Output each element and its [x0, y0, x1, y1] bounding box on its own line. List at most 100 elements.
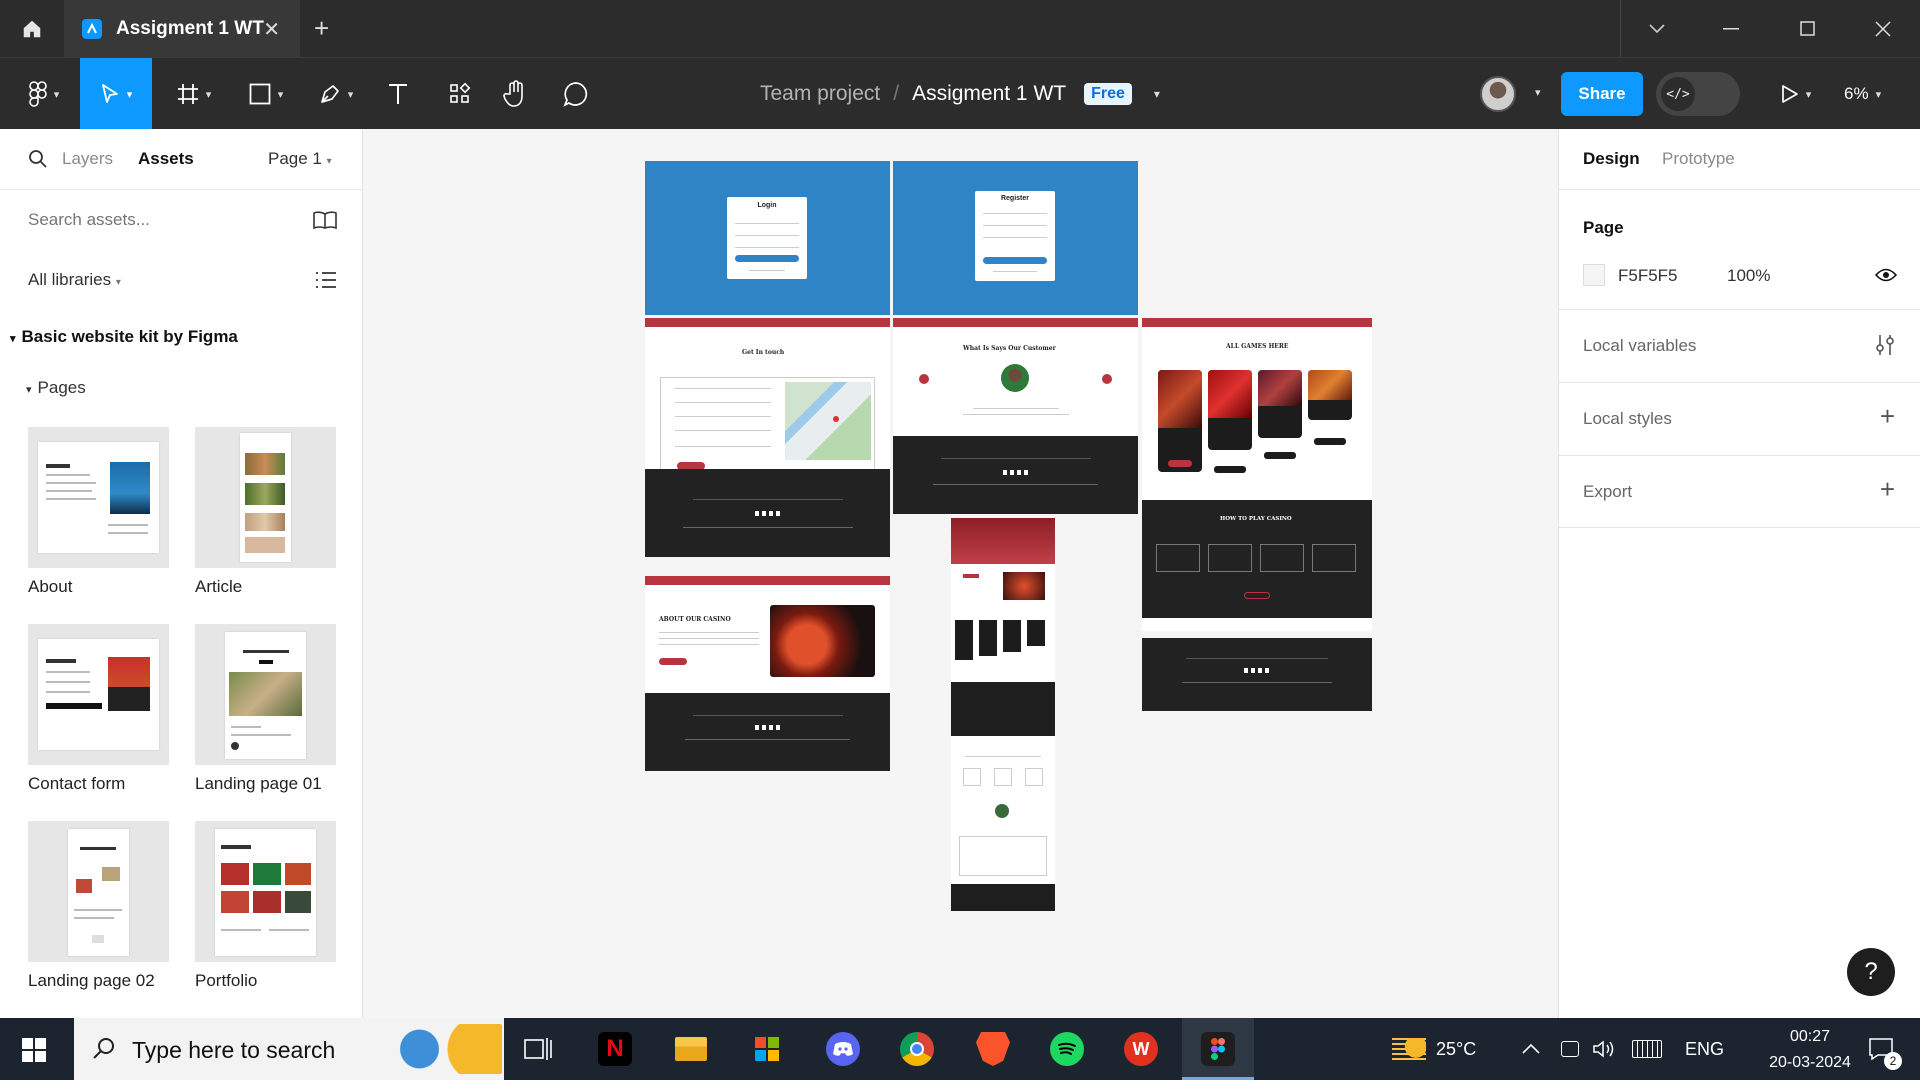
main-menu-button[interactable]: ▾ — [14, 58, 74, 130]
eye-icon[interactable] — [1875, 268, 1897, 282]
zoom-menu[interactable]: 6% ▾ — [1844, 58, 1881, 130]
comment-tool-button[interactable] — [556, 58, 596, 130]
present-button[interactable]: ▾ — [1768, 58, 1824, 130]
add-style-icon[interactable]: + — [1880, 401, 1895, 432]
page-label-portfolio: Portfolio — [195, 971, 258, 990]
task-view-icon[interactable] — [524, 1036, 552, 1067]
close-window-button[interactable] — [1846, 0, 1920, 57]
page-thumbnail-contact[interactable] — [28, 624, 169, 765]
discord-icon[interactable] — [826, 1032, 860, 1066]
main-toolbar: ▾ ▾ ▾ ▾ ▾ Team project / Assigment 1 WT — [0, 57, 1920, 130]
page-label-contact-form: Contact form — [28, 774, 126, 793]
help-button[interactable]: ? — [1847, 948, 1895, 996]
text-tool-button[interactable] — [380, 58, 416, 130]
plan-badge[interactable]: Free — [1084, 83, 1132, 105]
local-variables-section[interactable]: Local variables — [1559, 309, 1920, 382]
export-section[interactable]: Export + — [1559, 455, 1920, 528]
search-icon[interactable] — [28, 149, 48, 169]
chevron-down-icon: ▾ — [1875, 88, 1882, 101]
file-explorer-icon[interactable] — [674, 1032, 708, 1066]
page-label-article: Article — [195, 577, 243, 596]
frame-games[interactable]: ALL GAMES HERE HOW TO PLAY CASINO — [1142, 318, 1372, 631]
page-color-value[interactable]: F5F5F5 — [1618, 266, 1678, 286]
local-variables-label: Local variables — [1583, 336, 1697, 355]
resources-button[interactable] — [440, 58, 480, 130]
frame-contact[interactable]: Get In touch — [645, 318, 890, 557]
new-tab-button[interactable]: + — [314, 13, 329, 44]
tab-prototype[interactable]: Prototype — [1662, 149, 1735, 169]
pages-group-header[interactable]: ▾ Pages — [26, 378, 86, 398]
dev-mode-toggle[interactable]: </> — [1656, 72, 1740, 116]
list-view-icon[interactable] — [315, 270, 337, 290]
chevron-down-icon[interactable]: ▾ — [1535, 86, 1541, 99]
properties-panel: Design Prototype Page F5F5F5 100% Local … — [1558, 129, 1920, 1018]
games-heading: ALL GAMES HERE — [1226, 343, 1289, 350]
add-export-icon[interactable]: + — [1880, 474, 1895, 505]
meet-now-icon[interactable] — [1561, 1018, 1579, 1080]
pen-tool-button[interactable]: ▾ — [308, 58, 364, 130]
tab-layers[interactable]: Layers — [62, 149, 113, 169]
chevron-down-icon: ▾ — [326, 156, 332, 167]
close-tab-icon[interactable]: ✕ — [263, 17, 280, 42]
maximize-button[interactable] — [1770, 0, 1844, 57]
clock[interactable]: 00:27 20-03-2024 — [1755, 1024, 1865, 1076]
page-color-swatch[interactable] — [1583, 264, 1605, 286]
input-language[interactable]: ENG — [1685, 1018, 1724, 1080]
weather-widget[interactable]: 25°C — [1392, 1018, 1476, 1080]
figma-file-icon — [82, 18, 102, 39]
microsoft-store-icon[interactable] — [750, 1032, 784, 1066]
page-opacity-value[interactable]: 100% — [1727, 266, 1770, 286]
asset-search-input[interactable] — [28, 210, 268, 230]
page-thumbnail-portfolio[interactable] — [195, 821, 336, 962]
keyboard-icon[interactable] — [1632, 1018, 1662, 1080]
map-image — [785, 382, 871, 460]
avatar[interactable] — [1480, 76, 1516, 112]
minimize-button[interactable] — [1694, 0, 1768, 57]
cursor-icon — [101, 84, 118, 103]
windows-start-icon[interactable] — [22, 1038, 46, 1067]
page-thumbnail-article[interactable] — [195, 427, 336, 568]
share-button[interactable]: Share — [1561, 72, 1643, 116]
chrome-icon[interactable] — [900, 1032, 934, 1066]
libraries-dropdown[interactable]: All libraries ▾ — [28, 270, 121, 290]
contact-heading: Get In touch — [742, 349, 785, 356]
speaker-icon[interactable] — [1592, 1018, 1616, 1080]
footer — [893, 436, 1138, 514]
hand-tool-button[interactable] — [496, 58, 536, 130]
page-selector[interactable]: Page 1 ▾ — [268, 149, 332, 169]
home-button[interactable] — [0, 0, 63, 57]
taskbar-search[interactable]: Type here to search — [74, 1018, 504, 1080]
frame-home-page[interactable] — [951, 518, 1055, 911]
tabs-dropdown-button[interactable] — [1620, 0, 1694, 57]
frame-footer[interactable] — [1142, 638, 1372, 711]
shape-tool-button[interactable]: ▾ — [238, 58, 294, 130]
notification-center[interactable]: 2 — [1868, 1018, 1902, 1080]
frame-about-casino[interactable]: ABOUT OUR CASINO — [645, 576, 890, 771]
netflix-icon[interactable]: N — [598, 1032, 632, 1066]
spotify-icon[interactable] — [1050, 1032, 1084, 1066]
chevron-down-icon[interactable]: ▾ — [1154, 87, 1160, 101]
asset-search-row — [0, 189, 362, 249]
wps-office-icon[interactable]: W — [1124, 1032, 1158, 1066]
frame-login[interactable]: Login — [645, 161, 890, 315]
tab-design[interactable]: Design — [1583, 149, 1640, 169]
design-canvas[interactable]: Login Register Get In touch What Is Says… — [364, 129, 1558, 1018]
file-tab[interactable]: Assigment 1 WT ✕ — [64, 0, 300, 57]
variables-icon[interactable] — [1875, 334, 1895, 356]
frame-testimonials[interactable]: What Is Says Our Customer — [893, 318, 1138, 514]
tab-assets[interactable]: Assets — [138, 149, 194, 169]
frame-register[interactable]: Register — [893, 161, 1138, 315]
frame-tool-button[interactable]: ▾ — [166, 58, 222, 130]
brave-icon[interactable] — [976, 1032, 1010, 1066]
file-name[interactable]: Assigment 1 WT — [912, 82, 1066, 106]
show-hidden-icons[interactable] — [1522, 1018, 1540, 1080]
book-icon[interactable] — [312, 210, 338, 230]
page-thumbnail-landing-02[interactable] — [28, 821, 169, 962]
breadcrumb-team[interactable]: Team project — [760, 82, 880, 106]
figma-taskbar-button[interactable] — [1182, 1018, 1254, 1080]
page-thumbnail-about[interactable] — [28, 427, 169, 568]
library-kit-header[interactable]: ▾ Basic website kit by Figma — [10, 327, 238, 347]
move-tool-button[interactable]: ▾ — [80, 58, 152, 130]
local-styles-section[interactable]: Local styles + — [1559, 382, 1920, 455]
page-thumbnail-landing-01[interactable] — [195, 624, 336, 765]
